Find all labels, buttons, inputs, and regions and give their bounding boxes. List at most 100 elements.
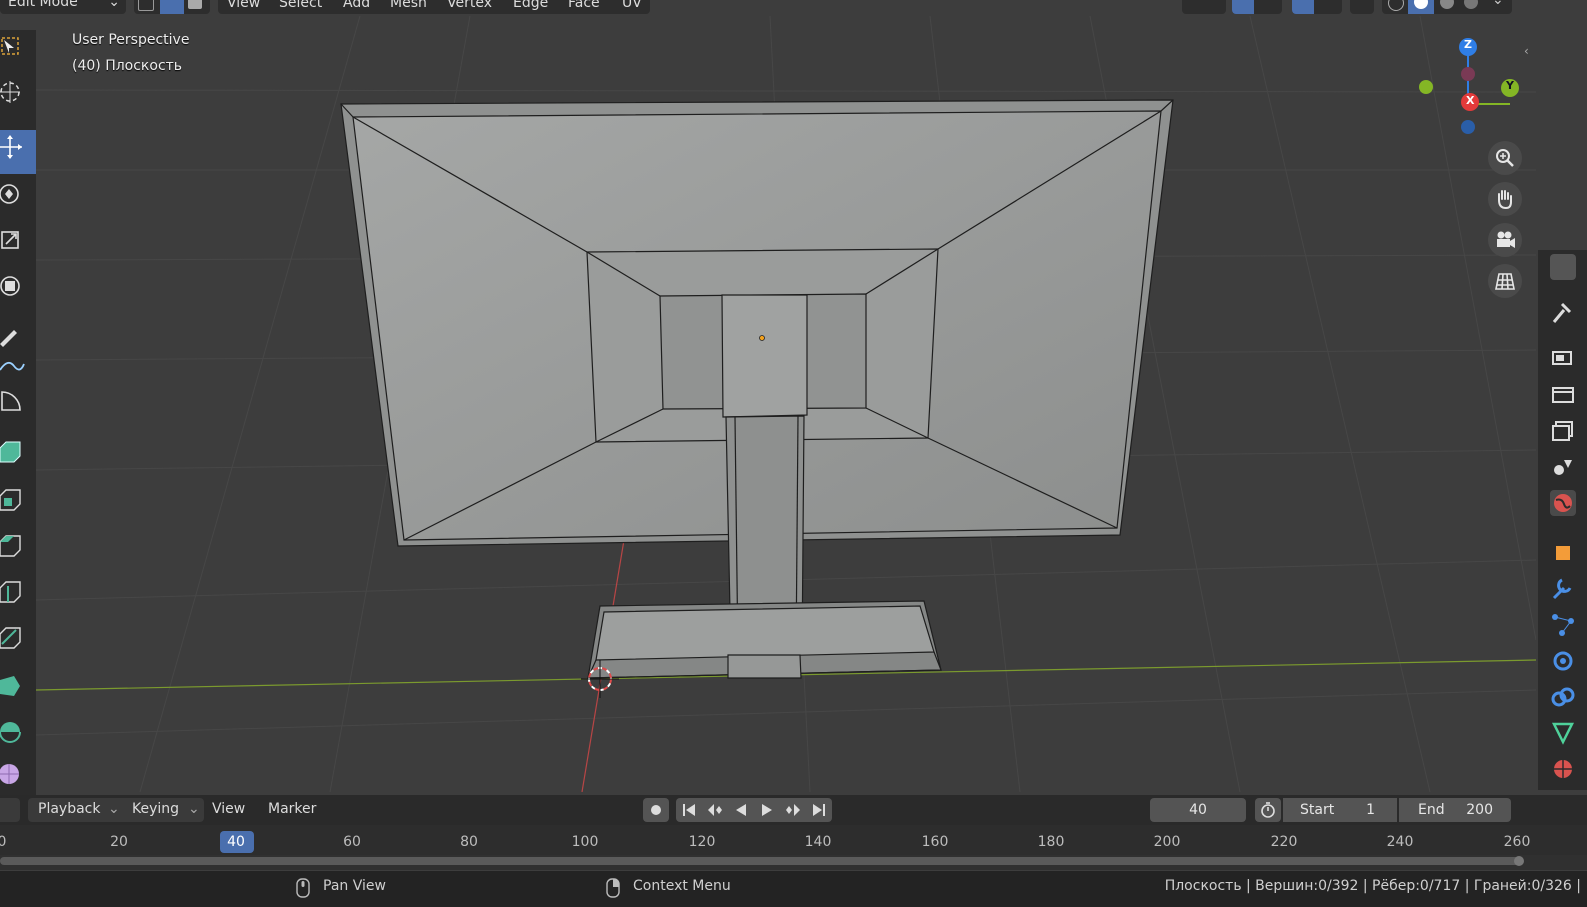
ortho-toggle-button[interactable]: [1488, 264, 1522, 298]
current-frame-field[interactable]: 40: [1150, 798, 1246, 822]
pivot-dropdown[interactable]: [1182, 0, 1226, 14]
xray-toggle[interactable]: [1350, 0, 1374, 14]
neg-y-axis-icon[interactable]: [1419, 80, 1433, 94]
particles-tab-icon[interactable]: [1550, 612, 1576, 638]
rotate-tool[interactable]: [0, 178, 36, 218]
timeline-header: Playback ⌄ Keying ⌄ View Marker 40 Start…: [0, 795, 1587, 825]
menu-vertex[interactable]: Vertex: [447, 0, 492, 13]
view-layer-tab-icon[interactable]: [1550, 418, 1576, 444]
frame-tick: 60: [343, 834, 361, 850]
sidebar-toggle-icon[interactable]: ‹: [1524, 44, 1529, 58]
menu-edge[interactable]: Edge: [513, 0, 548, 13]
next-keyframe-button[interactable]: [780, 798, 806, 822]
jump-end-button[interactable]: [806, 798, 832, 822]
poly-build-tool[interactable]: [0, 668, 36, 708]
frame-tick: 180: [1037, 834, 1065, 850]
select-box-tool[interactable]: [0, 30, 36, 70]
poly-build-icon: [0, 676, 20, 696]
cursor-icon: [0, 81, 20, 103]
inset-tool[interactable]: [0, 482, 36, 522]
tool-tab-icon[interactable]: [1550, 300, 1576, 326]
sphere-icon: [0, 764, 19, 784]
snap-toggle[interactable]: [1232, 0, 1282, 14]
extrude-tool[interactable]: [0, 434, 36, 474]
smooth-tool[interactable]: [0, 758, 36, 798]
modifiers-tab-icon[interactable]: [1550, 576, 1576, 602]
3d-viewport[interactable]: User Perspective (40) Плоскость Z Y X ‹: [36, 16, 1536, 792]
menu-marker[interactable]: Marker: [268, 801, 316, 817]
menu-select[interactable]: Select: [279, 0, 322, 13]
camera-view-button[interactable]: [1488, 223, 1522, 257]
timeline-scrollbar[interactable]: [0, 857, 1522, 865]
loop-cut-tool[interactable]: [0, 574, 36, 614]
frame-tick-current: 40: [227, 834, 245, 850]
view-name-label: User Perspective: [72, 32, 190, 48]
edge-select-icon[interactable]: [160, 0, 184, 14]
play-reverse-button[interactable]: [728, 798, 754, 822]
spin-icon: [0, 722, 21, 743]
record-icon: [651, 805, 661, 815]
face-select-icon[interactable]: [188, 0, 202, 9]
object-tab-icon[interactable]: [1550, 540, 1576, 566]
rendered-shading-icon[interactable]: [1464, 0, 1478, 9]
chevron-down-icon: ⌄: [108, 801, 120, 817]
menu-uv[interactable]: UV: [622, 0, 642, 13]
play-icon: [762, 804, 772, 816]
physics-tab-icon[interactable]: [1550, 648, 1576, 674]
curve-icon: [0, 361, 25, 371]
current-frame-value: 40: [1189, 802, 1207, 818]
menu-face[interactable]: Face: [568, 0, 600, 13]
scene-canvas[interactable]: [36, 16, 1536, 792]
timeline-area[interactable]: 0 20 40 60 80 100 120 140 160 180 200 22…: [0, 825, 1587, 870]
scrollbar-handle[interactable]: [1514, 856, 1524, 866]
select-box-icon: [1, 37, 19, 55]
mode-dropdown[interactable]: Edit Mode ⌄: [0, 0, 126, 14]
knife-tool[interactable]: [0, 620, 36, 660]
material-shading-icon[interactable]: [1440, 0, 1454, 9]
jump-start-icon: [683, 804, 695, 816]
tool-shelf: [0, 30, 36, 795]
record-button[interactable]: [643, 798, 669, 822]
start-frame-field[interactable]: Start 1: [1283, 798, 1397, 822]
wireframe-shading-icon[interactable]: [1388, 0, 1404, 11]
scale-tool[interactable]: [0, 224, 36, 264]
prev-keyframe-button[interactable]: [702, 798, 728, 822]
grid-icon: [1495, 273, 1515, 290]
measure-tool[interactable]: [0, 384, 36, 424]
knife-icon: [0, 627, 21, 649]
frame-tick: 0: [0, 834, 7, 850]
end-frame-field[interactable]: End 200: [1399, 798, 1511, 822]
overlays-toggle[interactable]: [1292, 0, 1342, 14]
transform-tool[interactable]: [0, 270, 36, 310]
menu-playback[interactable]: Playback: [38, 801, 100, 817]
annotate-line-tool[interactable]: [0, 348, 36, 388]
bevel-tool[interactable]: [0, 528, 36, 568]
spin-tool[interactable]: [0, 716, 36, 756]
menu-add[interactable]: Add: [343, 0, 370, 13]
vertex-select-icon[interactable]: [138, 0, 154, 11]
solid-shading-icon[interactable]: [1408, 0, 1434, 14]
material-tab-icon[interactable]: [1550, 756, 1576, 782]
jump-start-button[interactable]: [676, 798, 702, 822]
render-tab-icon[interactable]: [1550, 344, 1576, 370]
chevron-down-icon[interactable]: ⌄: [1492, 0, 1504, 8]
tool-settings-tab-icon[interactable]: [1550, 254, 1576, 280]
next-keyframe-icon: [786, 804, 800, 816]
play-button[interactable]: [754, 798, 780, 822]
menu-timeline-view[interactable]: View: [212, 801, 245, 817]
zoom-button[interactable]: [1488, 141, 1522, 175]
constraints-tab-icon[interactable]: [1550, 684, 1576, 710]
editor-type-dropdown[interactable]: [0, 798, 20, 822]
preview-range-button[interactable]: [1255, 798, 1281, 822]
world-tab-icon[interactable]: [1550, 490, 1576, 516]
menu-view[interactable]: View: [227, 0, 260, 13]
scene-tab-icon[interactable]: [1550, 454, 1576, 480]
move-tool[interactable]: [0, 130, 36, 174]
pan-button[interactable]: [1488, 182, 1522, 216]
menu-keying[interactable]: Keying: [132, 801, 179, 817]
mouse-middle-icon: [296, 878, 310, 898]
menu-mesh[interactable]: Mesh: [390, 0, 427, 13]
cursor-tool[interactable]: [0, 76, 36, 116]
data-tab-icon[interactable]: [1550, 720, 1576, 746]
output-tab-icon[interactable]: [1550, 382, 1576, 408]
